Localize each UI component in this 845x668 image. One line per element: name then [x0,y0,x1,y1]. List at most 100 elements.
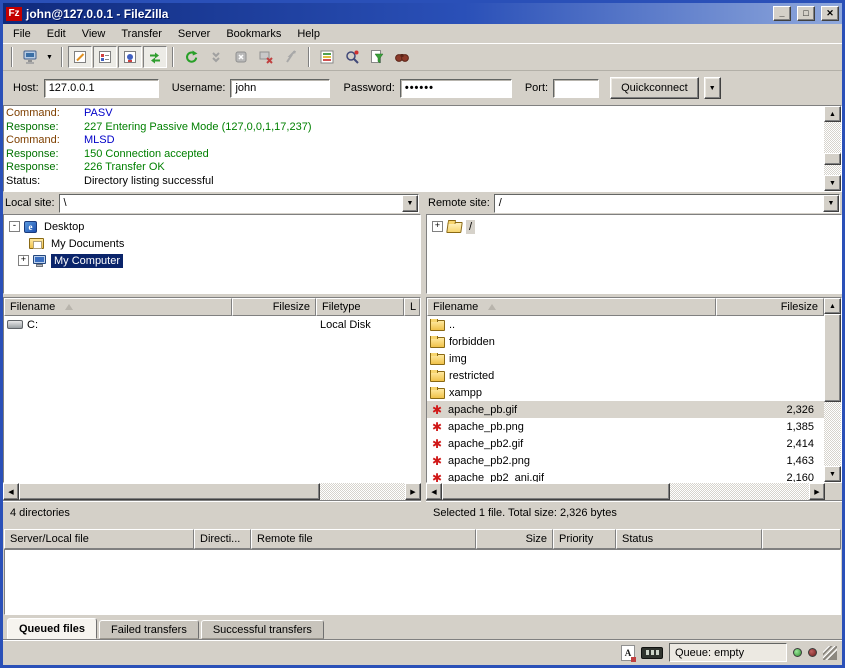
expand-icon[interactable]: + [432,221,443,232]
cancel-button[interactable] [229,46,253,68]
column-header-filename[interactable]: Filename [427,298,716,316]
column-header-filesize[interactable]: Filesize [232,298,316,316]
remote-file-row[interactable]: ✱apache_pb2_ani.gif 2,160 [427,469,824,482]
title-bar[interactable]: Fz john@127.0.0.1 - FileZilla _ □ ✕ [3,3,842,24]
log-line-label: Response: [6,148,84,162]
remote-dir-row[interactable]: forbidden [427,333,824,350]
tab-failed-transfers[interactable]: Failed transfers [99,620,199,639]
tree-item-desktop[interactable]: - e Desktop [6,218,420,235]
menu-file[interactable]: File [5,26,39,42]
tree-item-my-documents[interactable]: My Documents [6,235,420,252]
local-site-combo[interactable]: \ ▼ [59,194,419,213]
maximize-button[interactable]: □ [797,6,815,21]
chevron-down-icon[interactable]: ▼ [402,195,418,212]
local-horizontal-scrollbar[interactable]: ◀ ▶ [3,483,421,500]
refresh-button[interactable] [179,46,203,68]
remote-dir-row[interactable]: xampp [427,384,824,401]
menu-view[interactable]: View [74,26,114,42]
username-label: Username: [172,82,226,94]
filter-button[interactable] [365,46,389,68]
column-header-filesize[interactable]: Filesize [716,298,824,316]
scroll-left-icon[interactable]: ◀ [3,483,19,500]
scroll-right-icon[interactable]: ▶ [809,483,825,500]
column-header-priority[interactable]: Priority [553,529,616,549]
remote-dir-row[interactable]: restricted [427,367,824,384]
tab-queued-files[interactable]: Queued files [7,618,97,639]
scroll-right-icon[interactable]: ▶ [405,483,421,500]
minimize-button[interactable]: _ [773,6,791,21]
remote-file-row[interactable]: ✱apache_pb.png 1,385 [427,418,824,435]
quickconnect-dropdown[interactable]: ▼ [704,77,721,99]
remote-list-body[interactable]: .. forbidden img restricted [427,316,824,482]
menu-edit[interactable]: Edit [39,26,74,42]
remote-dir-row[interactable]: .. [427,316,824,333]
toggle-local-tree-button[interactable] [93,46,117,68]
remote-file-row[interactable]: ✱apache_pb2.png 1,463 [427,452,824,469]
remote-vertical-scrollbar[interactable]: ▲ ▼ [824,298,841,482]
local-file-row[interactable]: C: Local Disk [4,316,420,333]
scrollbar-thumb[interactable] [442,483,670,500]
synchronized-browsing-button[interactable] [340,46,364,68]
process-queue-button[interactable] [204,46,228,68]
menu-bookmarks[interactable]: Bookmarks [218,26,289,42]
menu-transfer[interactable]: Transfer [113,26,170,42]
remote-file-row[interactable]: ✱apache_pb.gif 2,326 [427,401,824,418]
scroll-left-icon[interactable]: ◀ [426,483,442,500]
remote-dir-row[interactable]: img [427,350,824,367]
log-line: Command: MLSD [6,134,822,148]
remote-horizontal-scrollbar[interactable]: ◀ ▶ [426,483,825,500]
drive-icon [7,320,23,329]
tree-item-root[interactable]: + / [429,218,841,235]
column-header-filename[interactable]: Filename [4,298,232,316]
username-input[interactable] [230,79,330,98]
site-manager-button[interactable] [18,46,42,68]
toggle-queue-button[interactable] [143,46,167,68]
scroll-down-icon[interactable]: ▼ [824,175,841,191]
column-header-server-local-file[interactable]: Server/Local file [4,529,194,549]
column-header-direction[interactable]: Directi... [194,529,251,549]
transfer-type-icon[interactable]: A [621,645,635,661]
queue-list-body[interactable] [4,549,841,615]
scroll-up-icon[interactable]: ▲ [824,106,841,122]
disconnect-button[interactable] [254,46,278,68]
log-scrollbar[interactable]: ▲ ▼ [824,106,841,191]
scrollbar-thumb[interactable] [824,153,841,166]
toggle-message-log-button[interactable] [68,46,92,68]
column-header-lastmodified[interactable]: L [404,298,420,316]
queue-tabs: Queued files Failed transfers Successful… [3,615,842,639]
quickconnect-button[interactable]: Quickconnect [610,77,699,99]
password-input[interactable] [400,79,512,98]
column-header-filetype[interactable]: Filetype [316,298,404,316]
menu-help[interactable]: Help [289,26,328,42]
directory-comparison-button[interactable] [315,46,339,68]
log-line: Command: PASV [6,107,822,121]
scrollbar-thumb[interactable] [19,483,320,500]
collapse-icon[interactable]: - [9,221,20,232]
menu-server[interactable]: Server [170,26,218,42]
column-header-status[interactable]: Status [616,529,762,549]
port-input[interactable] [553,79,599,98]
remote-file-row[interactable]: ✱apache_pb2.gif 2,414 [427,435,824,452]
close-button[interactable]: ✕ [821,6,839,21]
scroll-down-icon[interactable]: ▼ [824,466,841,482]
scrollbar-thumb[interactable] [824,314,841,402]
toggle-remote-tree-button[interactable] [118,46,142,68]
speed-limit-icon[interactable] [641,647,663,659]
tab-successful-transfers[interactable]: Successful transfers [201,620,324,639]
find-files-button[interactable] [390,46,414,68]
log-line-text: 226 Transfer OK [84,161,165,175]
tree-item-my-computer[interactable]: + My Computer [6,252,420,269]
site-manager-dropdown[interactable]: ▼ [43,46,56,68]
column-header-remote-file[interactable]: Remote file [251,529,476,549]
column-header-size[interactable]: Size [476,529,553,549]
chevron-down-icon[interactable]: ▼ [823,195,839,212]
local-list-body[interactable]: C: Local Disk [4,316,420,482]
resize-grip[interactable] [823,646,837,660]
remote-site-combo[interactable]: / ▼ [494,194,840,213]
message-log-icon [72,49,88,65]
host-input[interactable] [44,79,159,98]
local-tree-icon [97,49,113,65]
reconnect-button[interactable] [279,46,303,68]
scroll-up-icon[interactable]: ▲ [824,298,841,314]
expand-icon[interactable]: + [18,255,29,266]
